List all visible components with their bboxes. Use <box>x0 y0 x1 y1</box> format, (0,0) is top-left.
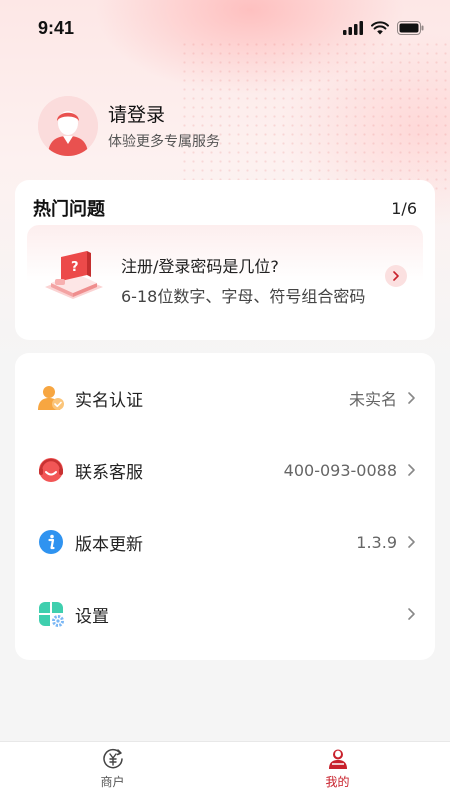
menu-label: 版本更新 <box>75 534 143 555</box>
faq-question: 注册/登录密码是几位? <box>121 257 279 276</box>
customer-service-icon <box>37 456 65 484</box>
svg-text:?: ? <box>71 260 79 275</box>
chevron-right-icon <box>393 271 399 281</box>
tab-mine[interactable]: 我的 <box>225 742 450 800</box>
settings-menu-card: 实名认证 未实名 联系客服 400-093-0088 版本更新 1.3.9 设置 <box>15 353 435 660</box>
menu-item-version-update[interactable]: 版本更新 1.3.9 <box>15 506 435 578</box>
menu-item-real-name[interactable]: 实名认证 未实名 <box>15 362 435 434</box>
info-icon <box>37 528 65 556</box>
dot-pattern <box>180 40 450 190</box>
signal-icon <box>343 21 363 35</box>
user-verify-icon <box>37 384 65 412</box>
tab-label: 我的 <box>325 775 350 789</box>
chevron-right-icon <box>408 536 415 548</box>
menu-value: 未实名 <box>348 390 397 409</box>
tab-merchant[interactable]: 商户 <box>0 742 225 800</box>
status-time: 9:41 <box>38 17 75 38</box>
profile-icon <box>328 749 347 769</box>
battery-icon <box>397 21 424 35</box>
menu-value: 400-093-0088 <box>283 460 397 480</box>
avatar <box>38 96 98 156</box>
hot-questions-card: 热门问题 1/6 ? 注册/登录密码是几位? 6-18位数字、字母、符号组合密码 <box>15 180 435 340</box>
menu-item-settings[interactable]: 设置 <box>15 578 435 650</box>
menu-item-customer-service[interactable]: 联系客服 400-093-0088 <box>15 434 435 506</box>
menu-label: 设置 <box>75 606 109 627</box>
merchant-icon <box>102 748 123 769</box>
faq-answer: 6-18位数字、字母、符号组合密码 <box>121 287 366 306</box>
menu-value: 1.3.9 <box>356 532 397 552</box>
chevron-right-icon <box>408 464 415 476</box>
menu-label: 实名认证 <box>75 390 143 411</box>
tab-label: 商户 <box>100 775 125 789</box>
default-avatar-icon <box>38 96 98 156</box>
faq-next-button[interactable] <box>385 265 407 287</box>
status-bar: 9:41 <box>0 0 450 56</box>
login-title[interactable]: 请登录 <box>108 102 220 128</box>
hot-questions-title: 热门问题 <box>33 199 105 220</box>
faq-item[interactable]: ? 注册/登录密码是几位? 6-18位数字、字母、符号组合密码 <box>27 225 423 328</box>
settings-icon <box>37 600 65 628</box>
login-subtitle: 体验更多专属服务 <box>108 133 220 150</box>
menu-label: 联系客服 <box>75 462 143 483</box>
bottom-tab-bar: 商户 我的 <box>0 741 450 800</box>
chevron-right-icon <box>408 608 415 620</box>
password-question-icon: ? <box>45 251 103 299</box>
chevron-right-icon <box>408 392 415 404</box>
faq-page-indicator: 1/6 <box>391 198 417 218</box>
wifi-icon <box>371 21 389 35</box>
login-profile[interactable]: 请登录 体验更多专属服务 <box>38 96 220 156</box>
